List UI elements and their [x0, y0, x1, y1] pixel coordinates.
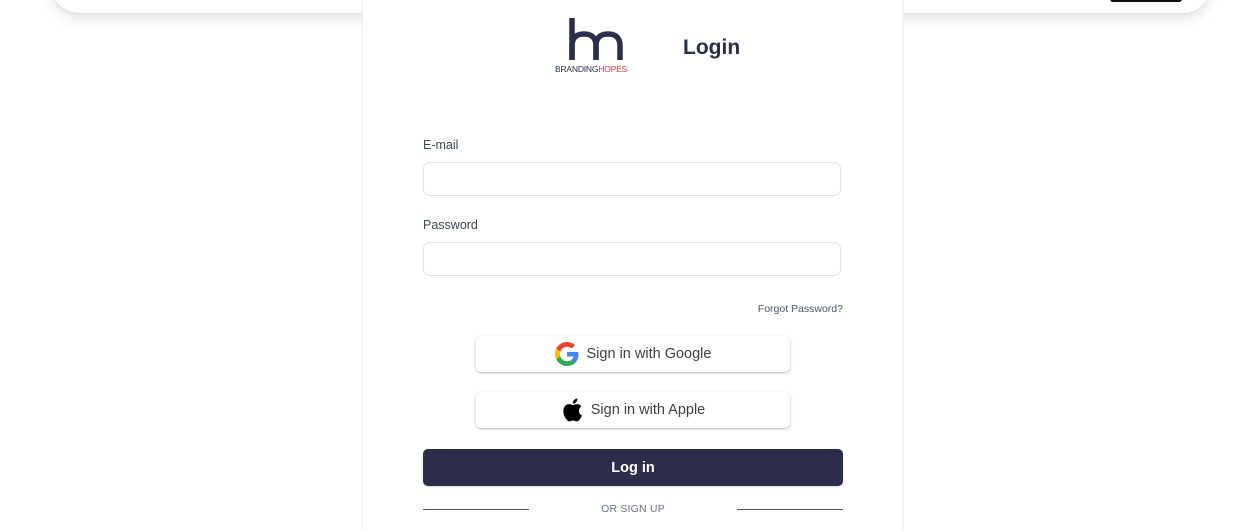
google-button-label: Sign in with Google	[586, 346, 712, 362]
email-label: E-mail	[423, 138, 459, 152]
log-in-button[interactable]: Log in	[423, 449, 843, 486]
password-field[interactable]	[423, 242, 841, 276]
apple-button-label: Sign in with Apple	[590, 402, 706, 418]
login-card: BRANDINGHOPES Login E-mail Password Forg…	[362, 0, 904, 530]
forgot-password-link[interactable]: Forgot Password?	[758, 303, 843, 315]
apple-icon	[563, 398, 582, 422]
logo-mark-icon	[569, 18, 623, 60]
sign-in-google-button[interactable]: Sign in with Google	[476, 336, 790, 372]
divider-line-right	[737, 509, 843, 510]
sign-in-apple-button[interactable]: Sign in with Apple	[476, 392, 790, 428]
google-g-icon	[554, 342, 579, 366]
top-bar-button[interactable]	[1110, 0, 1182, 2]
logo-wordmark: BRANDINGHOPES	[555, 64, 628, 74]
password-label: Password	[423, 218, 478, 232]
brand-logo[interactable]: BRANDINGHOPES	[555, 16, 635, 78]
email-field[interactable]	[423, 162, 841, 196]
page-title: Login	[683, 36, 741, 59]
